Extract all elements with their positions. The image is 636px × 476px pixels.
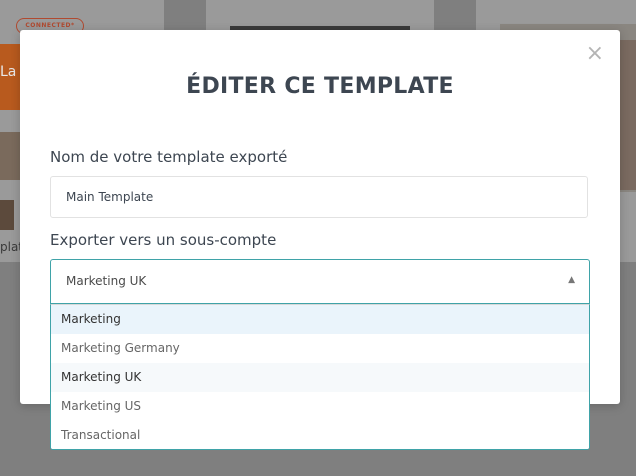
template-thumbnail <box>0 200 14 230</box>
orange-banner-text: La <box>0 64 17 80</box>
dropdown-option[interactable]: Marketing <box>51 305 589 334</box>
close-icon[interactable]: × <box>586 42 604 66</box>
dropdown-option[interactable]: Transactional <box>51 421 589 449</box>
template-name-label: Nom de votre template exporté <box>50 148 288 166</box>
template-thumbnail <box>0 132 20 180</box>
subaccount-dropdown: Marketing Marketing Germany Marketing UK… <box>50 304 590 450</box>
dropdown-option[interactable]: Marketing US <box>51 392 589 421</box>
subaccount-select[interactable]: Marketing UK ▲ <box>50 259 590 304</box>
template-name-input[interactable] <box>50 176 588 218</box>
dropdown-option[interactable]: Marketing UK <box>51 363 589 392</box>
modal-title: ÉDITER CE TEMPLATE <box>186 74 454 99</box>
subaccount-label: Exporter vers un sous-compte <box>50 231 277 249</box>
subaccount-select-value: Marketing UK <box>66 274 147 288</box>
chevron-up-icon: ▲ <box>568 275 575 285</box>
orange-banner: La <box>0 44 22 110</box>
dropdown-option[interactable]: Marketing Germany <box>51 334 589 363</box>
template-thumbnail <box>620 40 636 190</box>
